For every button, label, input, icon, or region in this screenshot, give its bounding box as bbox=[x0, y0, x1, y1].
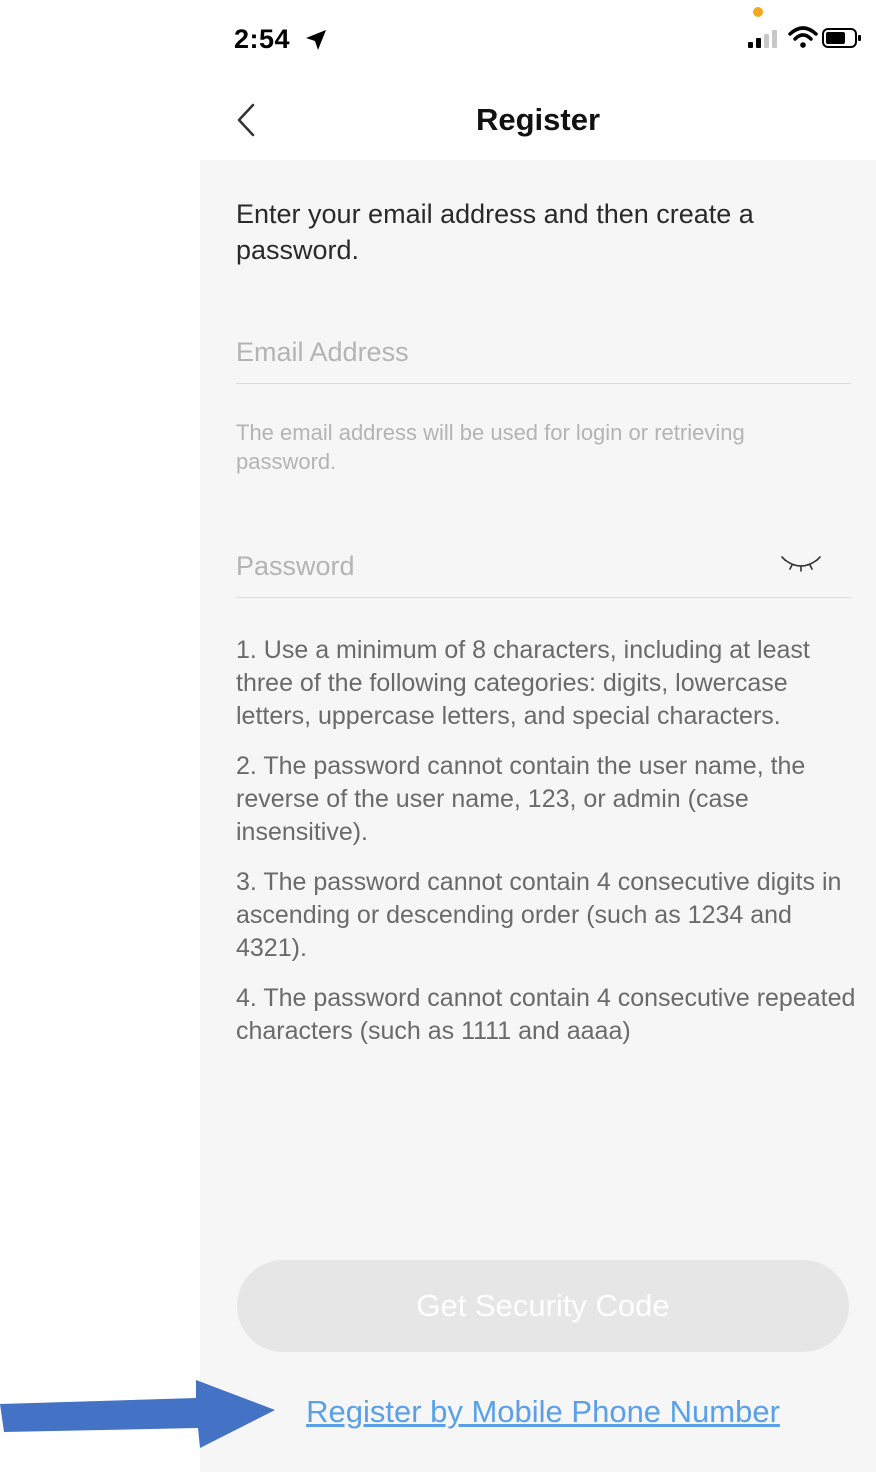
intro-text: Enter your email address and then create… bbox=[236, 199, 754, 265]
email-input[interactable] bbox=[236, 324, 851, 380]
password-field-container bbox=[236, 538, 851, 598]
password-rule: 4. The password cannot contain 4 consecu… bbox=[236, 984, 856, 1045]
email-hint: The email address will be used for login… bbox=[236, 420, 745, 474]
eye-closed-icon[interactable] bbox=[781, 552, 821, 578]
battery-icon bbox=[822, 28, 861, 48]
password-rule: 2. The password cannot contain the user … bbox=[236, 752, 806, 846]
password-rule: 1. Use a minimum of 8 characters, includ… bbox=[236, 636, 810, 730]
status-bar: 2:54 bbox=[200, 0, 876, 80]
get-security-code-button[interactable]: Get Security Code bbox=[237, 1260, 849, 1352]
page-title: Register bbox=[475, 102, 601, 137]
register-form: Enter your email address and then create… bbox=[200, 160, 876, 1472]
privacy-indicator-dot bbox=[753, 7, 763, 17]
email-field-container bbox=[236, 324, 851, 384]
location-arrow-icon bbox=[306, 30, 326, 50]
register-by-mobile-link[interactable]: Register by Mobile Phone Number bbox=[200, 1394, 876, 1430]
password-rule: 3. The password cannot contain 4 consecu… bbox=[236, 868, 842, 962]
password-rules: 1. Use a minimum of 8 characters, includ… bbox=[236, 634, 856, 1065]
signal-icon bbox=[748, 30, 777, 48]
annotation-arrow-icon bbox=[0, 1380, 275, 1448]
nav-bar: Register bbox=[200, 80, 876, 160]
wifi-icon bbox=[788, 26, 818, 48]
password-input[interactable] bbox=[236, 538, 851, 594]
status-time: 2:54 bbox=[234, 24, 291, 54]
